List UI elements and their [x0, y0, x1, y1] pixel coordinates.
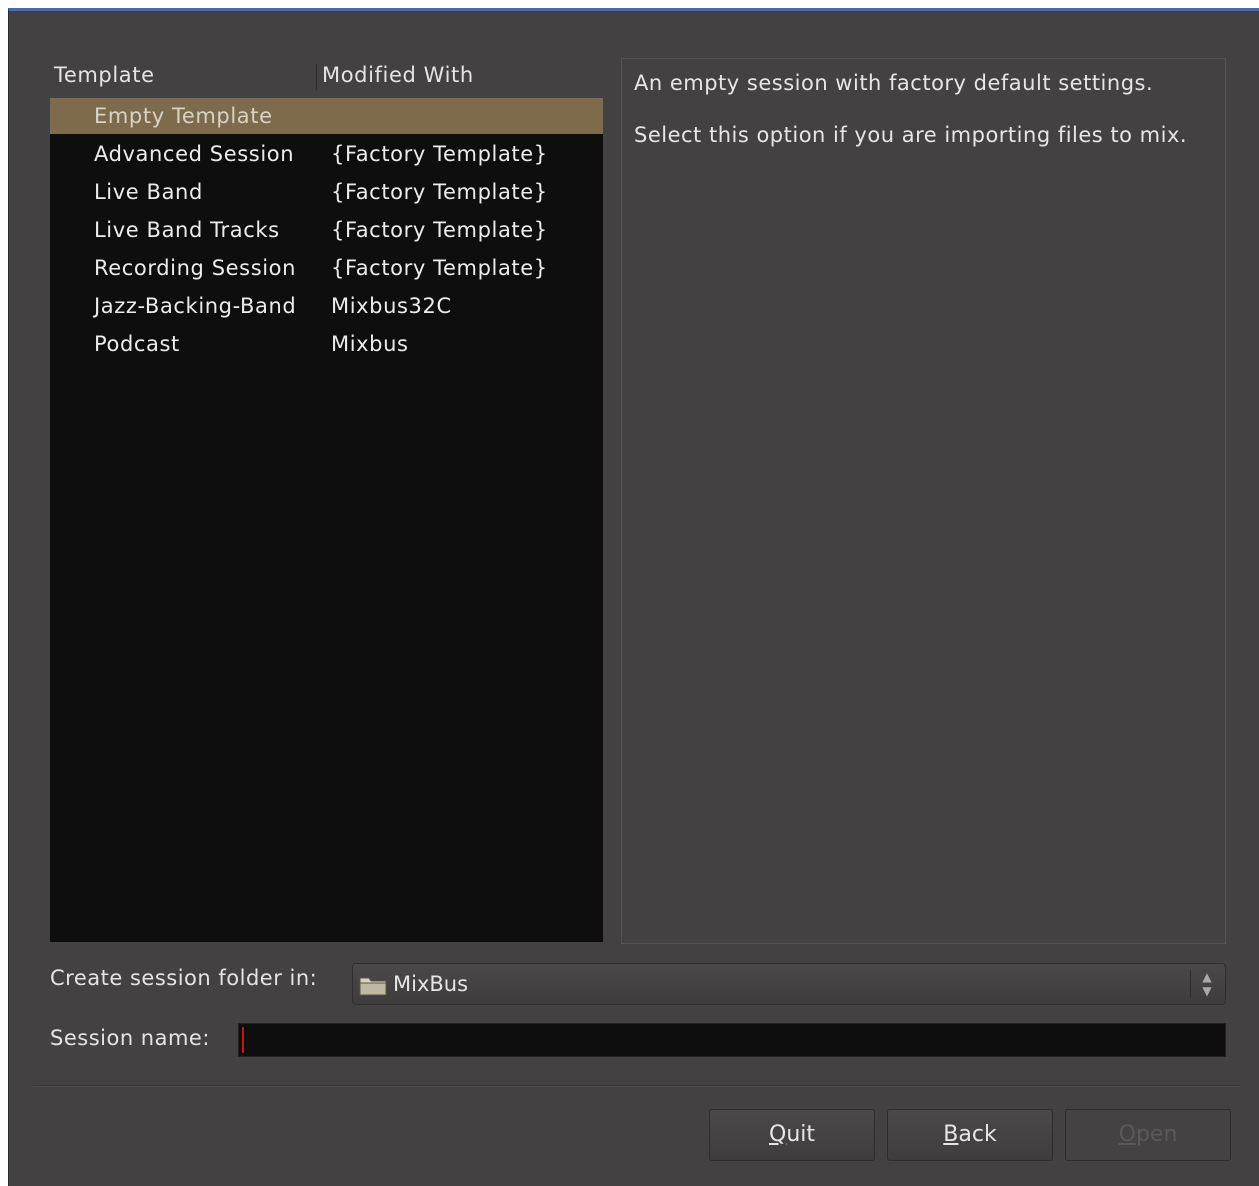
template-row-jazz-backing-band[interactable]: Jazz-Backing-Band Mixbus32C [50, 288, 603, 324]
template-list: Template Modified With Empty Template Ad… [50, 58, 603, 942]
template-row-podcast[interactable]: Podcast Mixbus [50, 326, 603, 362]
template-list-header: Template Modified With [50, 58, 603, 98]
description-line-1: An empty session with factory default se… [634, 71, 1154, 95]
open-label: pen [1135, 1122, 1178, 1147]
new-session-dialog: Template Modified With Empty Template Ad… [8, 8, 1259, 1186]
column-header-modified-with[interactable]: Modified With [322, 58, 474, 96]
session-folder-label: Create session folder in: [50, 966, 318, 990]
session-folder-chooser[interactable]: MixBus ▲ ▼ [352, 963, 1226, 1005]
column-header-template[interactable]: Template [54, 58, 155, 96]
open-mnemonic: O [1118, 1122, 1136, 1147]
session-name-label: Session name: [50, 1026, 210, 1050]
template-description: An empty session with factory default se… [621, 58, 1226, 944]
template-row-live-band-tracks[interactable]: Live Band Tracks {Factory Template} [50, 212, 603, 248]
template-row-live-band[interactable]: Live Band {Factory Template} [50, 174, 603, 210]
quit-label: uit [786, 1122, 815, 1147]
text-caret [242, 1027, 244, 1053]
template-list-body: Empty Template Advanced Session {Factory… [50, 98, 603, 942]
description-line-2: Select this option if you are importing … [634, 123, 1188, 147]
template-name: Podcast [94, 332, 180, 356]
template-modified-with: Mixbus32C [331, 294, 452, 318]
open-button[interactable]: Open [1065, 1109, 1231, 1161]
template-name: Empty Template [94, 104, 273, 128]
template-name: Recording Session [94, 256, 297, 280]
quit-mnemonic: Q [768, 1122, 787, 1147]
session-folder-value: MixBus [393, 972, 469, 996]
template-row-empty-template[interactable]: Empty Template [50, 98, 603, 134]
column-separator[interactable] [316, 64, 317, 90]
quit-button[interactable]: Quit [709, 1109, 875, 1161]
session-name-input[interactable] [238, 1023, 1226, 1057]
template-row-recording-session[interactable]: Recording Session {Factory Template} [50, 250, 603, 286]
back-mnemonic: B [943, 1122, 959, 1147]
updown-arrows-icon: ▲ ▼ [1202, 970, 1212, 998]
button-area-divider [33, 1085, 1241, 1087]
template-modified-with: {Factory Template} [331, 142, 548, 166]
template-modified-with: {Factory Template} [331, 180, 548, 204]
template-modified-with: {Factory Template} [331, 218, 548, 242]
template-modified-with: {Factory Template} [331, 256, 548, 280]
folder-icon [359, 974, 387, 996]
template-name: Jazz-Backing-Band [94, 294, 297, 318]
combo-separator [1190, 970, 1191, 998]
template-name: Advanced Session [94, 142, 295, 166]
template-row-advanced-session[interactable]: Advanced Session {Factory Template} [50, 136, 603, 172]
template-name: Live Band Tracks [94, 218, 280, 242]
template-modified-with: Mixbus [331, 332, 409, 356]
back-label: ack [958, 1122, 997, 1147]
template-name: Live Band [94, 180, 203, 204]
back-button[interactable]: Back [887, 1109, 1053, 1161]
